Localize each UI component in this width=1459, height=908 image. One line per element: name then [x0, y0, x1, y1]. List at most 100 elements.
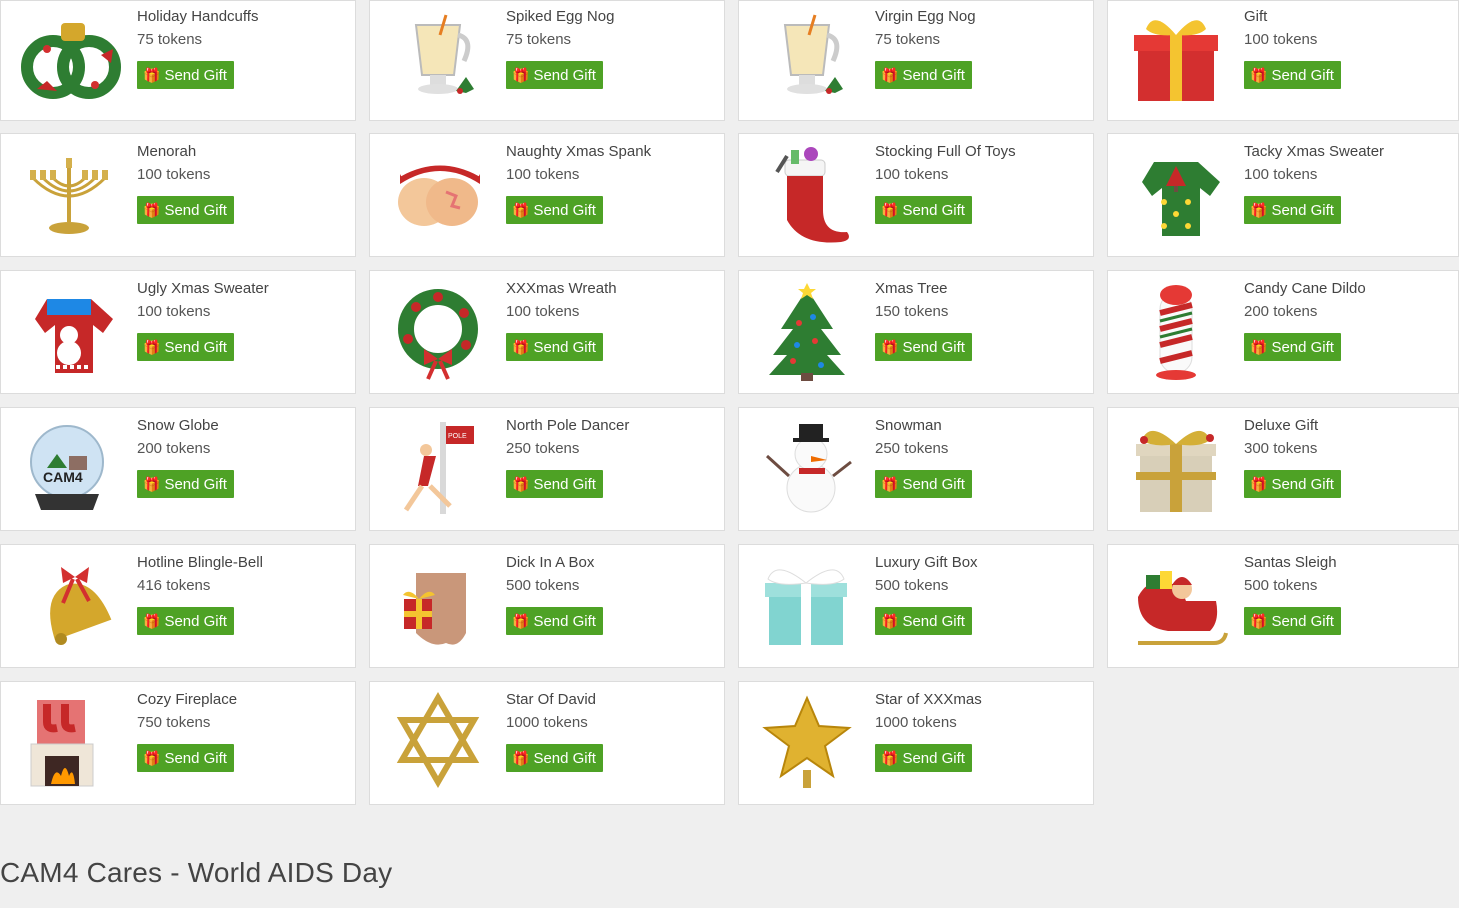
- gift-card: Spiked Egg Nog 75 tokens 🎁 Send Gift: [369, 0, 725, 121]
- pole-dancer-icon: POLE: [386, 416, 490, 520]
- send-gift-label: Send Gift: [902, 749, 965, 767]
- gift-icon: 🎁: [143, 476, 161, 492]
- gift-name: Gift: [1244, 8, 1268, 25]
- gift-icon: 🎁: [1250, 67, 1268, 83]
- send-gift-button[interactable]: 🎁 Send Gift: [137, 196, 234, 224]
- send-gift-button[interactable]: 🎁 Send Gift: [875, 196, 972, 224]
- gift-card: Virgin Egg Nog 75 tokens 🎁 Send Gift: [738, 0, 1094, 121]
- gift-name: Holiday Handcuffs: [137, 8, 259, 25]
- gift-icon: 🎁: [881, 67, 899, 83]
- gift-card: Dick In A Box 500 tokens 🎁 Send Gift: [369, 544, 725, 668]
- gift-box-icon: [1124, 5, 1228, 109]
- send-gift-button[interactable]: 🎁 Send Gift: [506, 744, 603, 772]
- gift-price: 500 tokens: [1244, 577, 1318, 594]
- send-gift-button[interactable]: 🎁 Send Gift: [1244, 196, 1341, 224]
- stocking-icon: [755, 142, 859, 246]
- gift-card: Gift 100 tokens 🎁 Send Gift: [1107, 0, 1459, 121]
- send-gift-label: Send Gift: [533, 66, 596, 84]
- send-gift-label: Send Gift: [164, 475, 227, 493]
- gift-icon: 🎁: [1250, 202, 1268, 218]
- gift-icon: 🎁: [881, 750, 899, 766]
- gift-name: North Pole Dancer: [506, 417, 630, 434]
- send-gift-button[interactable]: 🎁 Send Gift: [137, 744, 234, 772]
- gift-card: POLE North Pole Dancer 250 tokens 🎁 Send…: [369, 407, 725, 531]
- handcuffs-wreath-icon: [17, 5, 121, 109]
- send-gift-button[interactable]: 🎁 Send Gift: [506, 61, 603, 89]
- gift-card: Hotline Blingle-Bell 416 tokens 🎁 Send G…: [0, 544, 356, 668]
- gift-name: Spiked Egg Nog: [506, 8, 615, 25]
- send-gift-label: Send Gift: [533, 201, 596, 219]
- send-gift-button[interactable]: 🎁 Send Gift: [506, 196, 603, 224]
- send-gift-label: Send Gift: [1271, 338, 1334, 356]
- gift-name: Virgin Egg Nog: [875, 8, 976, 25]
- gift-grid: Holiday Handcuffs 75 tokens 🎁 Send Gift …: [0, 0, 1459, 820]
- menorah-icon: [17, 142, 121, 246]
- gift-name: Snow Globe: [137, 417, 219, 434]
- send-gift-label: Send Gift: [533, 749, 596, 767]
- gift-price: 250 tokens: [875, 440, 949, 457]
- gift-name: Menorah: [137, 143, 197, 160]
- gift-icon: 🎁: [1250, 339, 1268, 355]
- send-gift-button[interactable]: 🎁 Send Gift: [1244, 607, 1341, 635]
- gift-price: 100 tokens: [875, 166, 949, 183]
- send-gift-button[interactable]: 🎁 Send Gift: [875, 744, 972, 772]
- gift-price: 1000 tokens: [506, 714, 588, 731]
- gift-icon: 🎁: [512, 202, 530, 218]
- gift-name: Dick In A Box: [506, 554, 595, 571]
- send-gift-label: Send Gift: [164, 612, 227, 630]
- send-gift-label: Send Gift: [1271, 612, 1334, 630]
- send-gift-button[interactable]: 🎁 Send Gift: [137, 333, 234, 361]
- gift-card: Menorah 100 tokens 🎁 Send Gift: [0, 133, 356, 257]
- gift-price: 250 tokens: [506, 440, 580, 457]
- send-gift-button[interactable]: 🎁 Send Gift: [875, 61, 972, 89]
- gift-price: 200 tokens: [1244, 303, 1318, 320]
- gift-price: 100 tokens: [1244, 166, 1318, 183]
- send-gift-button[interactable]: 🎁 Send Gift: [875, 333, 972, 361]
- send-gift-button[interactable]: 🎁 Send Gift: [137, 470, 234, 498]
- send-gift-button[interactable]: 🎁 Send Gift: [1244, 333, 1341, 361]
- send-gift-button[interactable]: 🎁 Send Gift: [137, 607, 234, 635]
- gift-card: CAM4 Snow Globe 200 tokens 🎁 Send Gift: [0, 407, 356, 531]
- gift-icon: 🎁: [512, 67, 530, 83]
- egg-nog-mug-icon: [755, 5, 859, 109]
- gift-name: XXXmas Wreath: [506, 280, 617, 297]
- gift-icon: 🎁: [881, 202, 899, 218]
- send-gift-label: Send Gift: [533, 612, 596, 630]
- send-gift-label: Send Gift: [902, 475, 965, 493]
- gift-name: Snowman: [875, 417, 942, 434]
- gift-name: Xmas Tree: [875, 280, 948, 297]
- gift-name: Deluxe Gift: [1244, 417, 1319, 434]
- send-gift-button[interactable]: 🎁 Send Gift: [506, 333, 603, 361]
- wreath-icon: [386, 279, 490, 383]
- gift-name: Stocking Full Of Toys: [875, 143, 1016, 160]
- gift-price: 100 tokens: [137, 303, 211, 320]
- send-gift-button[interactable]: 🎁 Send Gift: [875, 470, 972, 498]
- send-gift-button[interactable]: 🎁 Send Gift: [137, 61, 234, 89]
- send-gift-label: Send Gift: [533, 475, 596, 493]
- send-gift-label: Send Gift: [902, 66, 965, 84]
- gift-icon: 🎁: [512, 476, 530, 492]
- gift-price: 500 tokens: [506, 577, 580, 594]
- gift-card: XXXmas Wreath 100 tokens 🎁 Send Gift: [369, 270, 725, 394]
- send-gift-label: Send Gift: [902, 338, 965, 356]
- gift-name: Star Of David: [506, 691, 597, 708]
- star-of-david-icon: [386, 690, 490, 794]
- send-gift-button[interactable]: 🎁 Send Gift: [1244, 61, 1341, 89]
- gift-card: Holiday Handcuffs 75 tokens 🎁 Send Gift: [0, 0, 356, 121]
- gift-card: Santas Sleigh 500 tokens 🎁 Send Gift: [1107, 544, 1459, 668]
- send-gift-label: Send Gift: [1271, 66, 1334, 84]
- gift-card: Star of XXXmas 1000 tokens 🎁 Send Gift: [738, 681, 1094, 805]
- spank-icon: [386, 142, 490, 246]
- send-gift-button[interactable]: 🎁 Send Gift: [506, 470, 603, 498]
- gift-price: 150 tokens: [875, 303, 949, 320]
- send-gift-button[interactable]: 🎁 Send Gift: [1244, 470, 1341, 498]
- send-gift-button[interactable]: 🎁 Send Gift: [875, 607, 972, 635]
- gift-icon: 🎁: [1250, 613, 1268, 629]
- gift-card: Naughty Xmas Spank 100 tokens 🎁 Send Gif…: [369, 133, 725, 257]
- send-gift-label: Send Gift: [1271, 475, 1334, 493]
- gift-price: 500 tokens: [875, 577, 949, 594]
- send-gift-button[interactable]: 🎁 Send Gift: [506, 607, 603, 635]
- gift-card: Deluxe Gift 300 tokens 🎁 Send Gift: [1107, 407, 1459, 531]
- section-title: CAM4 Cares - World AIDS Day: [0, 857, 393, 888]
- box-torso-icon: [386, 553, 490, 657]
